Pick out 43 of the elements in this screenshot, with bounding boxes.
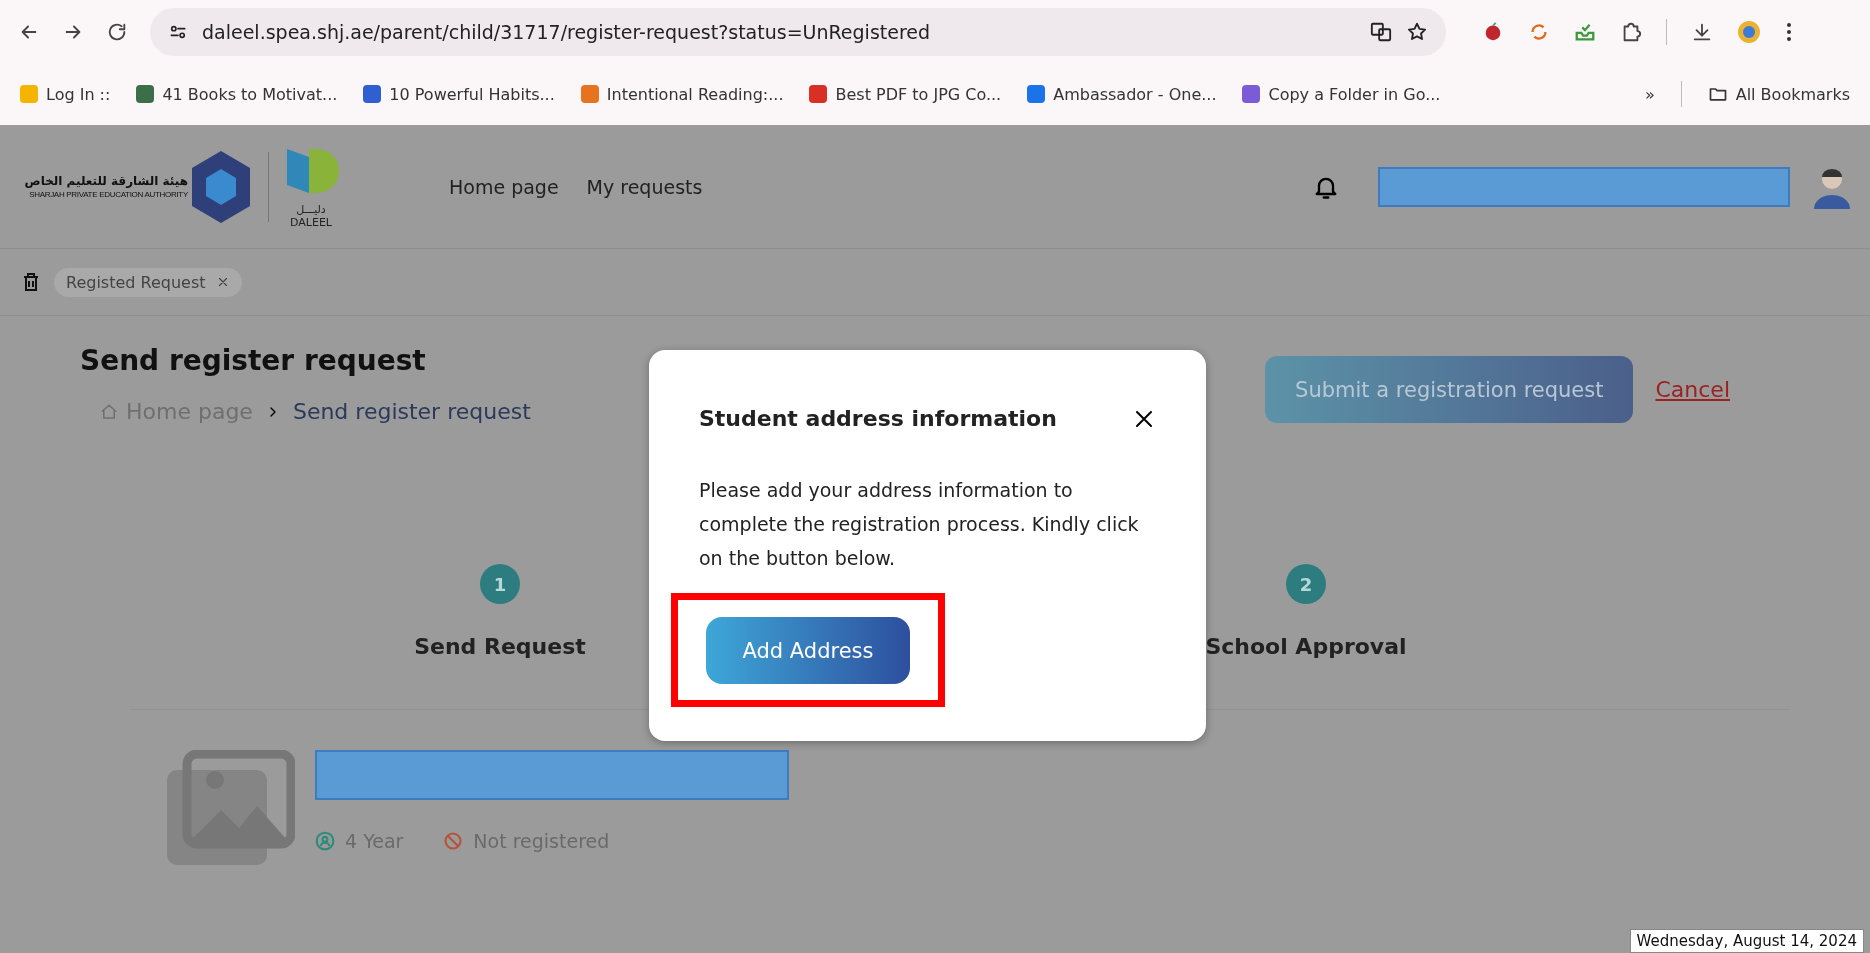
add-address-button[interactable]: Add Address [706, 617, 910, 684]
step-number: 1 [480, 564, 520, 604]
step-number: 2 [1286, 564, 1326, 604]
nav-link[interactable]: My requests [586, 175, 703, 198]
nav-link[interactable]: Home page [449, 175, 559, 198]
favicon-icon [1027, 85, 1046, 103]
step-label: Send Request [414, 634, 586, 659]
address-bar[interactable]: daleel.spea.shj.ae/parent/child/31717/register-request?status=UnRegistered [150, 7, 1446, 56]
logo-english-text: SHARJAH PRIVATE EDUCATION AUTHORITY [29, 190, 188, 199]
star-icon[interactable] [1406, 20, 1428, 43]
trash-icon[interactable] [22, 272, 40, 292]
dialog-title: Student address information [699, 406, 1057, 431]
date-tooltip: Wednesday, August 14, 2024 [1629, 929, 1864, 953]
status-icon [443, 831, 464, 851]
favicon-icon [20, 85, 38, 103]
translate-icon[interactable] [1370, 20, 1392, 43]
favicon-icon [1242, 85, 1261, 103]
tag-chip[interactable]: Registed Request [54, 267, 242, 297]
bookmark[interactable]: Copy a Folder in Go... [1268, 84, 1441, 104]
bookmark[interactable]: Ambassador - One... [1053, 84, 1217, 104]
favicon-icon [809, 85, 828, 103]
favicon-icon [580, 85, 599, 103]
bookmarks-overflow[interactable]: » [1644, 84, 1655, 104]
bookmark[interactable]: Log In :: [46, 84, 111, 104]
menu-icon[interactable] [1785, 20, 1793, 43]
brand-text: DALEEL [290, 215, 332, 229]
logo-arabic-text: هيئة الشارقة للتعليم الخاص [24, 174, 188, 188]
person-icon [315, 831, 335, 851]
tag-label: Registed Request [66, 272, 206, 292]
breadcrumb-current: Send register request [292, 399, 531, 424]
bookmark[interactable]: Best PDF to JPG Co... [835, 84, 1002, 104]
bookmark[interactable]: Intentional Reading:... [606, 84, 784, 104]
favicon-icon [136, 85, 155, 103]
bookmark[interactable]: 41 Books to Motivat... [162, 84, 338, 104]
profile-icon[interactable] [1737, 19, 1761, 44]
brand-arabic-text: دليـــل [296, 202, 326, 216]
dialog-message: Please add your address information to complete the registration process. Kindly click on the button below. [699, 478, 1140, 571]
url-text: daleel.spea.shj.ae/parent/child/31717/register-request?status=UnRegistered [202, 20, 932, 43]
all-bookmarks[interactable]: All Bookmarks [1735, 84, 1850, 104]
bookmark[interactable]: 10 Powerful Habits... [389, 84, 555, 104]
favicon-icon [363, 85, 382, 103]
page-title: Send register request [80, 344, 427, 377]
step-label: School Approval [1205, 634, 1407, 659]
